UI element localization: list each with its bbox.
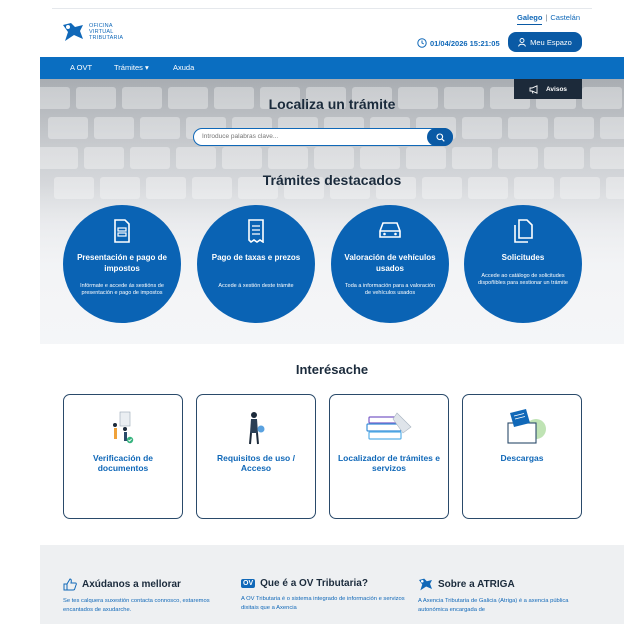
featured-item-taxas[interactable]: Pago de taxas e prezos Accede á xestión …: [197, 205, 315, 323]
clock-icon: [417, 38, 427, 48]
featured-item-solicitudes[interactable]: Solicitudes Accede ao catálogo de solici…: [464, 205, 582, 323]
logo-text-line3: TRIBUTARIA: [89, 35, 124, 42]
featured-item-title: Solicitudes: [501, 253, 545, 262]
books-illustration-icon: [366, 412, 412, 440]
chevron-down-icon: ▾: [144, 63, 149, 72]
ov-badge-icon: OV: [241, 579, 256, 588]
person-requirements-icon: [249, 412, 265, 445]
receipt-icon: [248, 219, 264, 243]
featured-item-title: Presentación e pago de impostos: [77, 253, 167, 273]
footer-col-text[interactable]: Se tes calquera suxestión contacta conno…: [63, 597, 233, 615]
footer-col-title: Sobre a ATRIGA: [438, 579, 515, 590]
featured-item-description: Toda a información para a valoración de …: [344, 283, 436, 297]
interest-section-title: Interésache: [295, 362, 369, 377]
language-castelan[interactable]: Castelán: [550, 13, 580, 22]
documents-icon: [514, 219, 533, 243]
featured-item-description: Accede á xestión deste trámite: [218, 283, 294, 289]
featured-item-description: Infórmate e accede ás sestións de presen…: [80, 283, 164, 297]
interest-card-label: Descargas: [500, 453, 544, 463]
logo-emblem-icon: [63, 23, 83, 41]
search-icon: [435, 132, 445, 142]
nav-item-tramites-label: Trámites: [114, 63, 143, 72]
thumbs-up-icon: [63, 578, 77, 591]
interest-card-localizador[interactable]: Localizador de trámites e servizos: [329, 394, 449, 519]
nav-item-tramites[interactable]: Trámites ▾: [114, 63, 149, 72]
user-icon: [518, 37, 526, 47]
avisos-label: Avisos: [545, 85, 568, 93]
footer-col-atriga: Sobre a ATRIGA A Axencia Tributaria de G…: [418, 578, 588, 615]
search-bar: [193, 128, 453, 146]
featured-item-title: Pago de taxas e prezos: [211, 253, 301, 262]
featured-item-title: Valoración de vehículos usados: [344, 253, 436, 273]
nav-item-a-ovt[interactable]: A OVT: [70, 63, 92, 72]
main-navbar: A OVT Trámites ▾ Axuda: [40, 57, 624, 79]
downloads-illustration-icon: [507, 409, 546, 444]
featured-item-vehiculos[interactable]: Valoración de vehículos usados Toda a in…: [331, 205, 449, 323]
interest-card-verificacion[interactable]: Verificación de documentos: [63, 394, 183, 519]
nav-item-axuda[interactable]: Axuda: [173, 63, 194, 72]
datetime-text: 01/04/2026 15:21:05: [430, 38, 500, 48]
interest-card-label: Verificación de documentos: [93, 453, 153, 473]
search-button[interactable]: [427, 128, 453, 146]
car-icon: [379, 222, 401, 238]
site-logo[interactable]: OFICINA VIRTUAL TRIBUTARIA: [62, 22, 123, 42]
top-divider: [52, 8, 592, 9]
footer-col-text: A OV Tributaria é o sistema integrado de…: [241, 596, 405, 611]
verification-illustration-icon: [113, 411, 134, 444]
megaphone-icon: [529, 84, 538, 94]
footer-col-text: A Axencia Tributaria de Galicia (Atriga)…: [418, 598, 569, 613]
document-form-icon: [114, 219, 130, 243]
interest-card-descargas[interactable]: Descargas: [462, 394, 582, 519]
atriga-logo-icon: [419, 578, 432, 591]
meu-espazo-button[interactable]: Meu Espazo: [508, 32, 582, 52]
footer-col-ov: OV Que é a OV Tributaria? A OV Tributari…: [241, 578, 411, 613]
current-datetime: 01/04/2026 15:21:05: [417, 38, 500, 48]
footer-col-title: Axúdanos a mellorar: [82, 579, 181, 590]
footer-col-title: Que é a OV Tributaria?: [260, 578, 368, 589]
search-input[interactable]: [202, 131, 422, 142]
interest-card-label: Requisitos de uso / Acceso: [217, 453, 295, 473]
interest-card-label: Localizador de trámites e servizos: [337, 453, 441, 473]
featured-item-description: Accede ao catálogo de solicitudes dispoñ…: [478, 273, 568, 287]
featured-section-title: Trámites destacados: [262, 172, 402, 188]
interest-card-requisitos[interactable]: Requisitos de uso / Acceso: [196, 394, 316, 519]
featured-item-presentacion[interactable]: Presentación e pago de impostos Infórmat…: [63, 205, 181, 323]
search-section-title: Localiza un trámite: [268, 96, 396, 112]
meu-espazo-label: Meu Espazo: [530, 37, 572, 47]
language-switcher: Galego | Castelán: [517, 13, 580, 25]
footer-col-feedback: Axúdanos a mellorar Se tes calquera suxe…: [63, 578, 233, 615]
language-galego[interactable]: Galego: [517, 13, 543, 25]
